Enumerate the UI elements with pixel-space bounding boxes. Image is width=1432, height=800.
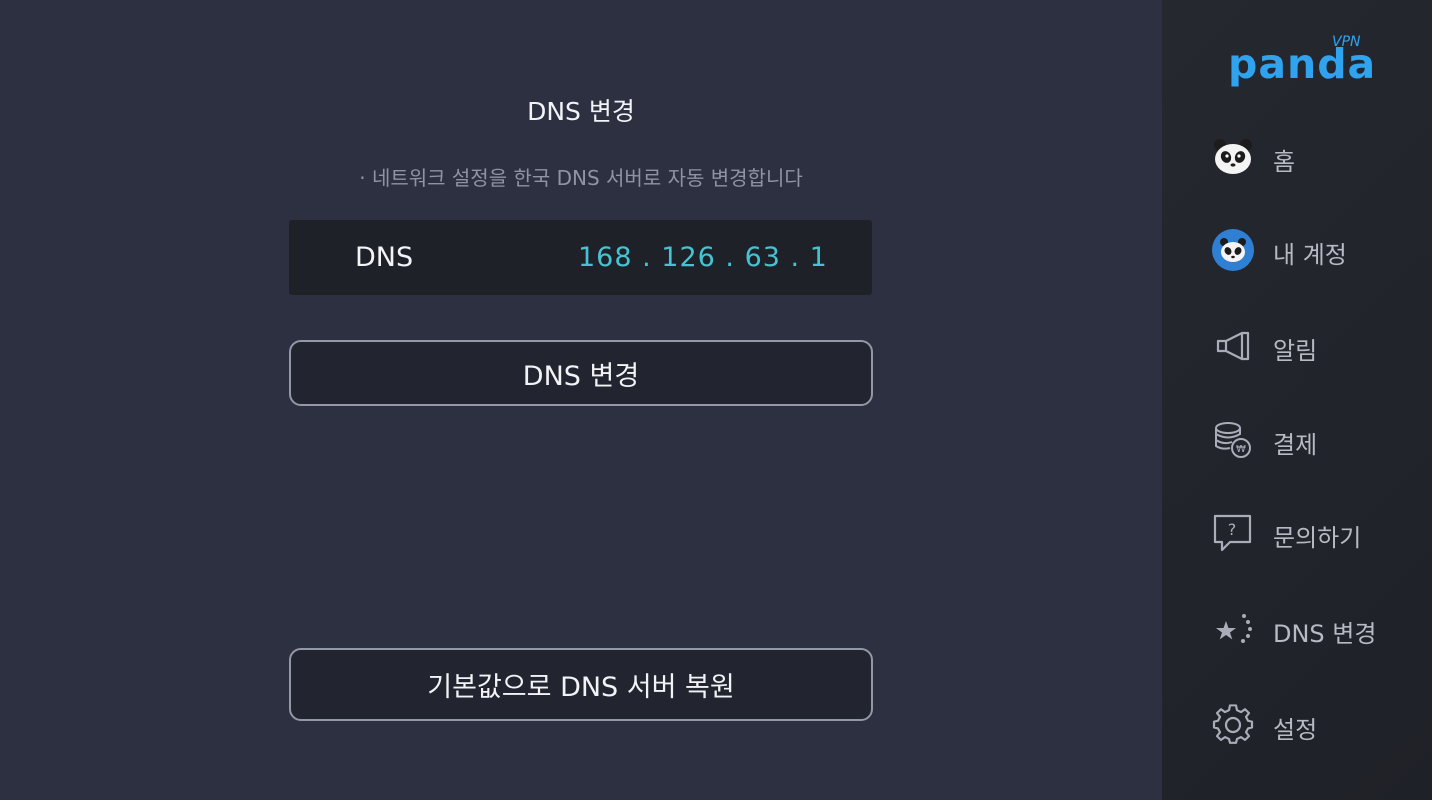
star-dots-icon bbox=[1212, 608, 1254, 650]
svg-text:₩: ₩ bbox=[1236, 444, 1246, 455]
restore-default-dns-button[interactable]: 기본값으로 DNS 서버 복원 bbox=[289, 648, 873, 721]
gear-icon bbox=[1212, 704, 1254, 746]
sidebar-item-home[interactable]: 홈 bbox=[1212, 131, 1422, 181]
sidebar-item-label: 내 계정 bbox=[1273, 241, 1347, 269]
dns-info-box: DNS 168 . 126 . 63 . 1 bbox=[289, 220, 872, 295]
panda-face-icon bbox=[1212, 136, 1254, 178]
sidebar-item-inquiry[interactable]: ? 문의하기 bbox=[1212, 507, 1422, 557]
page-description: · 네트워크 설정을 한국 DNS 서버로 자동 변경합니다 bbox=[359, 166, 803, 190]
main-panel: DNS 변경 · 네트워크 설정을 한국 DNS 서버로 자동 변경합니다 DN… bbox=[0, 0, 1162, 800]
page-title: DNS 변경 bbox=[527, 97, 635, 126]
sidebar-item-label: 결제 bbox=[1273, 431, 1318, 459]
svg-text:?: ? bbox=[1228, 520, 1237, 539]
panda-vpn-logo: panda VPN bbox=[1228, 34, 1375, 90]
sidebar-item-settings[interactable]: 설정 bbox=[1212, 699, 1422, 749]
sidebar-item-label: 문의하기 bbox=[1273, 524, 1362, 552]
logo-vpn-label: VPN bbox=[1332, 34, 1361, 50]
sidebar-item-label: 알림 bbox=[1273, 337, 1318, 365]
dns-value: 168 . 126 . 63 . 1 bbox=[578, 242, 828, 273]
coins-won-icon: ₩ bbox=[1212, 419, 1254, 461]
account-avatar-icon bbox=[1212, 229, 1254, 271]
question-bubble-icon: ? bbox=[1212, 512, 1254, 554]
dns-label: DNS bbox=[355, 242, 414, 273]
sidebar-item-dns[interactable]: DNS 변경 bbox=[1212, 603, 1422, 653]
sidebar-item-account[interactable]: 내 계정 bbox=[1212, 224, 1422, 274]
sidebar-item-label: 설정 bbox=[1273, 716, 1318, 744]
megaphone-icon bbox=[1212, 325, 1254, 367]
sidebar: panda VPN 홈 내 계정 알림 ₩ 결제 ? 문의하기 DNS 변경 설… bbox=[1162, 0, 1432, 800]
sidebar-item-notifications[interactable]: 알림 bbox=[1212, 320, 1422, 370]
sidebar-item-payment[interactable]: ₩ 결제 bbox=[1212, 414, 1422, 464]
sidebar-item-label: DNS 변경 bbox=[1273, 620, 1377, 648]
change-dns-button[interactable]: DNS 변경 bbox=[289, 340, 873, 406]
sidebar-item-label: 홈 bbox=[1273, 148, 1296, 176]
